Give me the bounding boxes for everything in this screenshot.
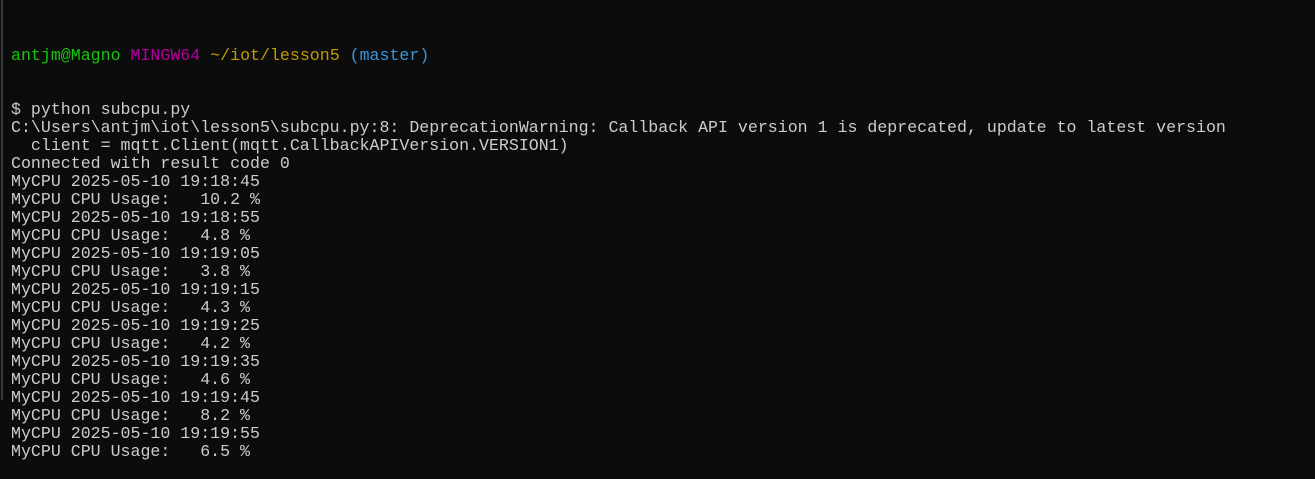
- shell-prompt: antjm@Magno MINGW64 ~/iot/lesson5 (maste…: [11, 47, 1226, 65]
- output-line: MyCPU CPU Usage: 4.6 %: [11, 370, 250, 389]
- output-line: MyCPU CPU Usage: 3.8 %: [11, 262, 250, 281]
- output-line: MyCPU CPU Usage: 6.5 %: [11, 442, 250, 461]
- terminal-output[interactable]: antjm@Magno MINGW64 ~/iot/lesson5 (maste…: [11, 11, 1226, 479]
- output-line: MyCPU CPU Usage: 4.2 %: [11, 334, 250, 353]
- prompt-path: ~/iot/lesson5: [210, 46, 340, 65]
- output-line: MyCPU 2025-05-10 19:19:55: [11, 424, 260, 443]
- output-lines: $ python subcpu.py C:\Users\antjm\iot\les…: [11, 101, 1226, 461]
- output-line: MyCPU CPU Usage: 4.8 %: [11, 226, 250, 245]
- output-line: client = mqtt.Client(mqtt.CallbackAPIVer…: [11, 136, 569, 155]
- output-line: MyCPU 2025-05-10 19:19:35: [11, 352, 260, 371]
- command-line: $ python subcpu.py: [11, 100, 191, 119]
- output-line: MyCPU 2025-05-10 19:19:15: [11, 280, 260, 299]
- output-line: MyCPU 2025-05-10 19:18:55: [11, 208, 260, 227]
- output-line: MyCPU CPU Usage: 4.3 %: [11, 298, 250, 317]
- output-line: MyCPU 2025-05-10 19:19:45: [11, 388, 260, 407]
- output-line: MyCPU 2025-05-10 19:19:05: [11, 244, 260, 263]
- output-line: MyCPU CPU Usage: 10.2 %: [11, 190, 260, 209]
- output-line: MyCPU 2025-05-10 19:18:45: [11, 172, 260, 191]
- output-line: Connected with result code 0: [11, 154, 290, 173]
- window-border: [1, 0, 3, 400]
- prompt-user-host: antjm@Magno: [11, 46, 121, 65]
- output-line: MyCPU CPU Usage: 8.2 %: [11, 406, 250, 425]
- output-line: C:\Users\antjm\iot\lesson5\subcpu.py:8: …: [11, 118, 1226, 137]
- output-line: MyCPU 2025-05-10 19:19:25: [11, 316, 260, 335]
- prompt-branch: (master): [349, 46, 430, 65]
- prompt-system: MINGW64: [130, 46, 201, 65]
